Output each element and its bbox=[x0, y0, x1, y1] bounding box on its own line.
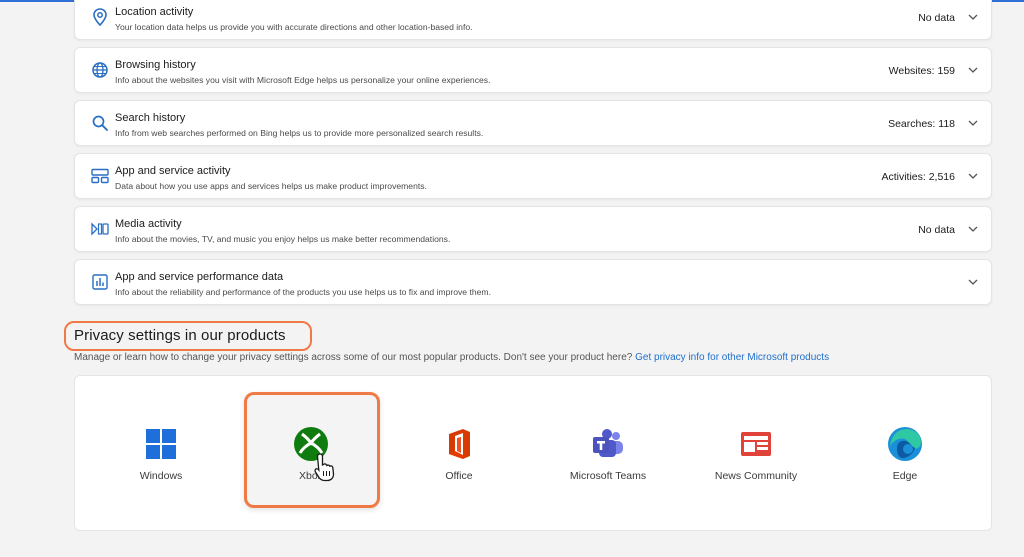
card-app-service-activity[interactable]: App and service activity Data about how … bbox=[74, 153, 992, 199]
hand-cursor-icon bbox=[314, 453, 335, 482]
card-search-history[interactable]: Search history Info from web searches pe… bbox=[74, 100, 992, 146]
product-label: News Community bbox=[714, 470, 798, 482]
card-value: Searches: 118 bbox=[888, 118, 955, 130]
privacy-info-link[interactable]: Get privacy info for other Microsoft pro… bbox=[635, 352, 829, 363]
edge-logo-icon bbox=[888, 427, 922, 461]
chevron-down-icon[interactable] bbox=[967, 223, 979, 235]
windows-logo-icon bbox=[146, 429, 176, 459]
product-label: Edge bbox=[892, 470, 918, 482]
card-value: No data bbox=[918, 12, 955, 24]
performance-icon bbox=[91, 273, 109, 291]
media-icon bbox=[91, 220, 109, 238]
card-description: Info about the reliability and performan… bbox=[115, 287, 491, 297]
card-value: Websites: 159 bbox=[888, 65, 955, 77]
card-app-performance-data[interactable]: App and service performance data Info ab… bbox=[74, 259, 992, 305]
globe-icon bbox=[91, 61, 109, 79]
section-title: Privacy settings in our products bbox=[74, 327, 286, 344]
chevron-down-icon[interactable] bbox=[967, 117, 979, 129]
card-title: Media activity bbox=[115, 218, 182, 230]
section-description: Manage or learn how to change your priva… bbox=[74, 352, 829, 363]
card-title: Search history bbox=[115, 112, 186, 124]
product-microsoft-teams[interactable]: Microsoft Teams bbox=[543, 376, 673, 532]
product-edge[interactable]: Edge bbox=[840, 376, 970, 532]
product-xbox[interactable]: Xbox bbox=[246, 376, 376, 532]
search-icon bbox=[91, 114, 109, 132]
card-description: Your location data helps us provide you … bbox=[115, 22, 473, 32]
activity-card-list: Location activity Your location data hel… bbox=[74, 0, 992, 312]
card-description: Data about how you use apps and services… bbox=[115, 181, 427, 191]
office-logo-icon bbox=[449, 429, 470, 459]
product-label: Office bbox=[445, 470, 473, 482]
product-office[interactable]: Office bbox=[394, 376, 524, 532]
chevron-down-icon[interactable] bbox=[967, 64, 979, 76]
apps-icon bbox=[91, 167, 109, 185]
product-label: Windows bbox=[139, 470, 183, 482]
product-label: Microsoft Teams bbox=[569, 470, 647, 482]
products-panel: Windows Xbox Office Microsoft Teams News… bbox=[74, 375, 992, 531]
section-description-text: Manage or learn how to change your priva… bbox=[74, 352, 633, 363]
product-windows[interactable]: Windows bbox=[96, 376, 226, 532]
news-logo-icon bbox=[741, 432, 771, 456]
chevron-down-icon[interactable] bbox=[967, 276, 979, 288]
card-description: Info from web searches performed on Bing… bbox=[115, 128, 484, 138]
product-label: Xbox bbox=[299, 470, 323, 482]
card-value: Activities: 2,516 bbox=[881, 171, 955, 183]
card-title: Location activity bbox=[115, 6, 194, 18]
card-description: Info about the movies, TV, and music you… bbox=[115, 234, 451, 244]
card-media-activity[interactable]: Media activity Info about the movies, TV… bbox=[74, 206, 992, 252]
chevron-down-icon[interactable] bbox=[967, 11, 979, 23]
card-location-activity[interactable]: Location activity Your location data hel… bbox=[74, 0, 992, 40]
card-browsing-history[interactable]: Browsing history Info about the websites… bbox=[74, 47, 992, 93]
card-description: Info about the websites you visit with M… bbox=[115, 75, 491, 85]
product-news-community[interactable]: News Community bbox=[691, 376, 821, 532]
location-pin-icon bbox=[91, 8, 109, 26]
teams-logo-icon bbox=[593, 429, 623, 457]
chevron-down-icon[interactable] bbox=[967, 170, 979, 182]
card-title: Browsing history bbox=[115, 59, 196, 71]
card-value: No data bbox=[918, 224, 955, 236]
card-title: App and service activity bbox=[115, 165, 231, 177]
card-title: App and service performance data bbox=[115, 271, 284, 283]
